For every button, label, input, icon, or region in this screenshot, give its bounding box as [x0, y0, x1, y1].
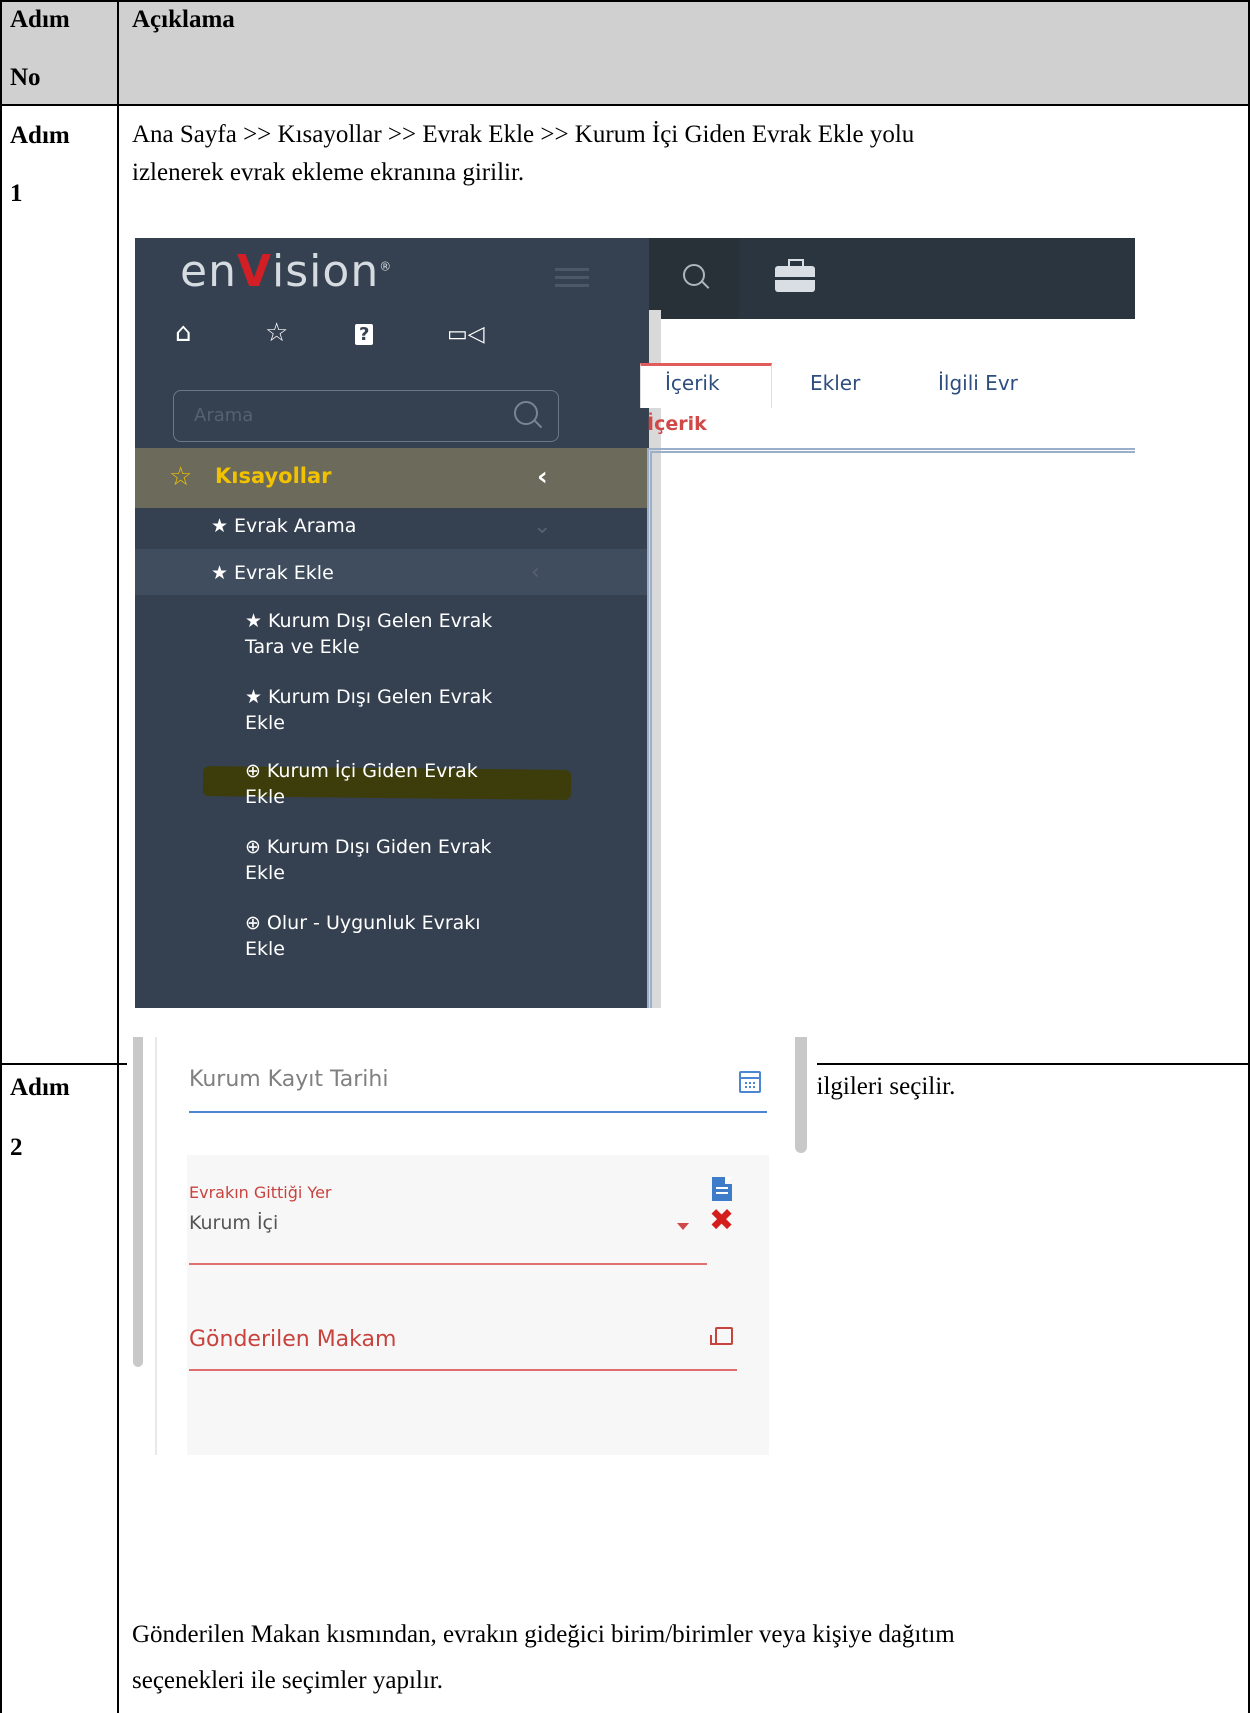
- step-2-number: 2: [10, 1134, 23, 1161]
- registration-date-label: Kurum Kayıt Tarihi: [189, 1067, 389, 1092]
- header-step-no: Adım: [10, 6, 70, 33]
- table-border: [1248, 0, 1250, 1713]
- chevron-left-icon: ‹: [531, 560, 540, 585]
- home-icon[interactable]: ⌂: [175, 318, 192, 348]
- search-glass-icon: [514, 401, 538, 425]
- star-icon: ★: [211, 562, 229, 584]
- submenu-item[interactable]: ★ Kurum Dışı Gelen Evrak Ekle: [245, 684, 492, 736]
- field-underline: [189, 1369, 737, 1371]
- shortcuts-header[interactable]: ☆ Kısayollar ‹: [135, 448, 649, 508]
- submenu-line-1: Kurum Dışı Giden Evrak: [266, 836, 492, 858]
- header-description: Açıklama: [132, 6, 235, 33]
- logo-text-1: en: [180, 246, 237, 297]
- step-1-label: Adım: [10, 122, 70, 149]
- menu-item-evrak-ekle[interactable]: ★ Evrak Ekle: [211, 560, 334, 586]
- submenu-line-2: Tara ve Ekle: [245, 636, 360, 658]
- menu-item-evrak-arama[interactable]: ★ Evrak Arama: [211, 513, 356, 539]
- search-icon[interactable]: [683, 264, 705, 286]
- divider: [155, 1037, 157, 1455]
- form-screenshot: Kurum Kayıt Tarihi Evrakın Gittiği Yer K…: [127, 1037, 817, 1455]
- star-outline-icon[interactable]: ☆: [265, 318, 288, 348]
- table-border: [117, 0, 119, 1713]
- submenu-line-1: Olur - Uygunluk Evrakı: [266, 912, 481, 934]
- step-1-text: Ana Sayfa >> Kısayollar >> Evrak Ekle >>…: [132, 116, 914, 192]
- step-2-after-text: Gönderilen Makan kısmından, evrakın gide…: [132, 1612, 955, 1704]
- logo-text-2: ision: [272, 246, 380, 297]
- table-border: [0, 0, 1250, 2]
- sidebar-search-input[interactable]: Arama: [173, 390, 559, 442]
- star-icon: ★: [245, 686, 263, 708]
- search-placeholder: Arama: [194, 405, 254, 426]
- shortcuts-label: Kısayollar: [215, 464, 332, 488]
- content-title: İçerik: [647, 413, 707, 435]
- dropdown-caret-icon[interactable]: [677, 1223, 689, 1230]
- help-icon[interactable]: ?: [355, 324, 374, 345]
- submenu-line-2: Ekle: [245, 938, 285, 960]
- submenu-line-1: Kurum İçi Giden Evrak: [266, 760, 478, 782]
- sidebar-icon-row: ⌂ ☆ ? ▭◁: [175, 318, 535, 358]
- document-icon[interactable]: [712, 1177, 732, 1201]
- tab-ekler[interactable]: Ekler: [810, 371, 860, 395]
- step-1-line-1: Ana Sayfa >> Kısayollar >> Evrak Ekle >>…: [132, 121, 915, 148]
- field-underline: [189, 1263, 707, 1265]
- plus-circle-icon: ⊕: [245, 836, 261, 858]
- submenu-line-2: Ekle: [245, 712, 285, 734]
- chevron-left-icon: ‹: [537, 462, 548, 492]
- star-icon: ★: [211, 515, 229, 537]
- header-step-no-2: No: [10, 64, 41, 91]
- step-2-after-line-1: Gönderilen Makan kısmından, evrakın gide…: [132, 1621, 955, 1648]
- content-editor-frame[interactable]: [647, 448, 1135, 1008]
- envision-screenshot: enVision® ⌂ ☆ ? ▭◁ Arama ☆ Kısayollar ‹ …: [135, 238, 1135, 1008]
- star-outline-icon: ☆: [169, 462, 193, 492]
- step-2-label: Adım: [10, 1074, 70, 1101]
- authority-label[interactable]: Gönderilen Makam: [189, 1327, 396, 1352]
- table-border: [0, 0, 2, 1713]
- scrollbar[interactable]: [133, 1037, 143, 1367]
- step-1-number: 1: [10, 180, 23, 207]
- scrollbar[interactable]: [795, 1037, 807, 1153]
- star-icon: ★: [245, 610, 263, 632]
- envision-logo: enVision®: [180, 246, 392, 297]
- submenu-line-2: Ekle: [245, 862, 285, 884]
- menu-item-label: Evrak Ekle: [234, 562, 334, 584]
- submenu-line-2: Ekle: [245, 786, 285, 808]
- registration-date-field[interactable]: Kurum Kayıt Tarihi: [189, 1037, 767, 1113]
- submenu-item-kurum-ici-giden[interactable]: ⊕ Kurum İçi Giden Evrak Ekle: [245, 758, 478, 810]
- plus-circle-icon: ⊕: [245, 760, 261, 782]
- hamburger-menu-icon[interactable]: [555, 268, 589, 292]
- plus-circle-icon: ⊕: [245, 912, 261, 934]
- tab-ilgili-evrak[interactable]: İlgili Evr: [938, 371, 1018, 395]
- clear-icon[interactable]: ✖: [709, 1203, 734, 1238]
- step-1-line-2: izlenerek evrak ekleme ekranına girilir.: [132, 159, 525, 186]
- video-icon[interactable]: ▭◁: [447, 322, 485, 347]
- step-2-after-line-2: seçenekleri ile seçimler yapılır.: [132, 1667, 443, 1694]
- chevron-down-icon: ⌄: [533, 514, 552, 539]
- submenu-line-1: Kurum Dışı Gelen Evrak: [268, 686, 493, 708]
- calendar-icon[interactable]: [739, 1071, 761, 1093]
- table-border: [0, 104, 1250, 106]
- destination-value[interactable]: Kurum İçi: [189, 1212, 278, 1234]
- submenu-item[interactable]: ⊕ Olur - Uygunluk Evrakı Ekle: [245, 910, 481, 962]
- menu-item-label: Evrak Arama: [234, 515, 357, 537]
- submenu-line-1: Kurum Dışı Gelen Evrak: [268, 610, 493, 632]
- logo-registered-mark: ®: [379, 259, 393, 274]
- tab-icerik[interactable]: İçerik: [665, 371, 720, 395]
- briefcase-icon[interactable]: [775, 259, 815, 292]
- popup-select-icon[interactable]: [710, 1327, 733, 1345]
- submenu-item[interactable]: ⊕ Kurum Dışı Giden Evrak Ekle: [245, 834, 492, 886]
- logo-v: V: [236, 246, 273, 297]
- submenu-item[interactable]: ★ Kurum Dışı Gelen Evrak Tara ve Ekle: [245, 608, 492, 660]
- destination-label: Evrakın Gittiği Yer: [189, 1183, 332, 1202]
